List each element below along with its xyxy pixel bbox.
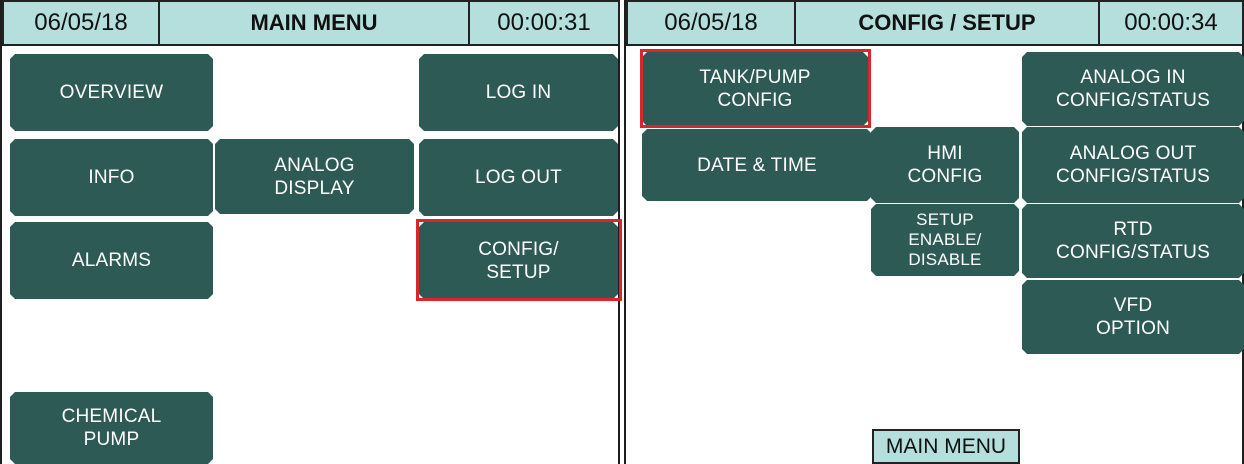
time-display: 00:00:31 [468,0,620,46]
chemical-pump-button[interactable]: CHEMICAL PUMP [10,392,213,464]
overview-button[interactable]: OVERVIEW [10,54,213,131]
date-display: 06/05/18 [626,0,796,46]
logout-button[interactable]: LOG OUT [419,139,618,216]
date-time-button[interactable]: DATE & TIME [642,129,872,201]
screen-title: CONFIG / SETUP [794,0,1100,46]
config-setup-screen: 06/05/18 CONFIG / SETUP 00:00:34 TANK/PU… [624,0,1244,464]
time-display: 00:00:34 [1098,0,1244,46]
analog-in-config-button[interactable]: ANALOG IN CONFIG/STATUS [1022,52,1244,126]
login-button[interactable]: LOG IN [419,54,618,131]
vfd-option-button[interactable]: VFD OPTION [1022,280,1244,354]
main-menu-screen: 06/05/18 MAIN MENU 00:00:31 OVERVIEW LOG… [0,0,622,464]
tank-pump-config-button[interactable]: TANK/PUMP CONFIG [642,52,868,126]
main-menu-button[interactable]: MAIN MENU [872,429,1020,464]
analog-out-config-button[interactable]: ANALOG OUT CONFIG/STATUS [1022,127,1244,203]
screen-title: MAIN MENU [158,0,470,46]
date-display: 06/05/18 [2,0,160,46]
hmi-config-button[interactable]: HMI CONFIG [871,127,1019,203]
info-button[interactable]: INFO [10,139,213,216]
rtd-config-button[interactable]: RTD CONFIG/STATUS [1022,204,1244,278]
alarms-button[interactable]: ALARMS [10,222,213,299]
config-setup-button[interactable]: CONFIG/ SETUP [419,222,618,299]
setup-enable-disable-button[interactable]: SETUP ENABLE/ DISABLE [871,204,1019,276]
analog-display-button[interactable]: ANALOG DISPLAY [215,139,414,214]
